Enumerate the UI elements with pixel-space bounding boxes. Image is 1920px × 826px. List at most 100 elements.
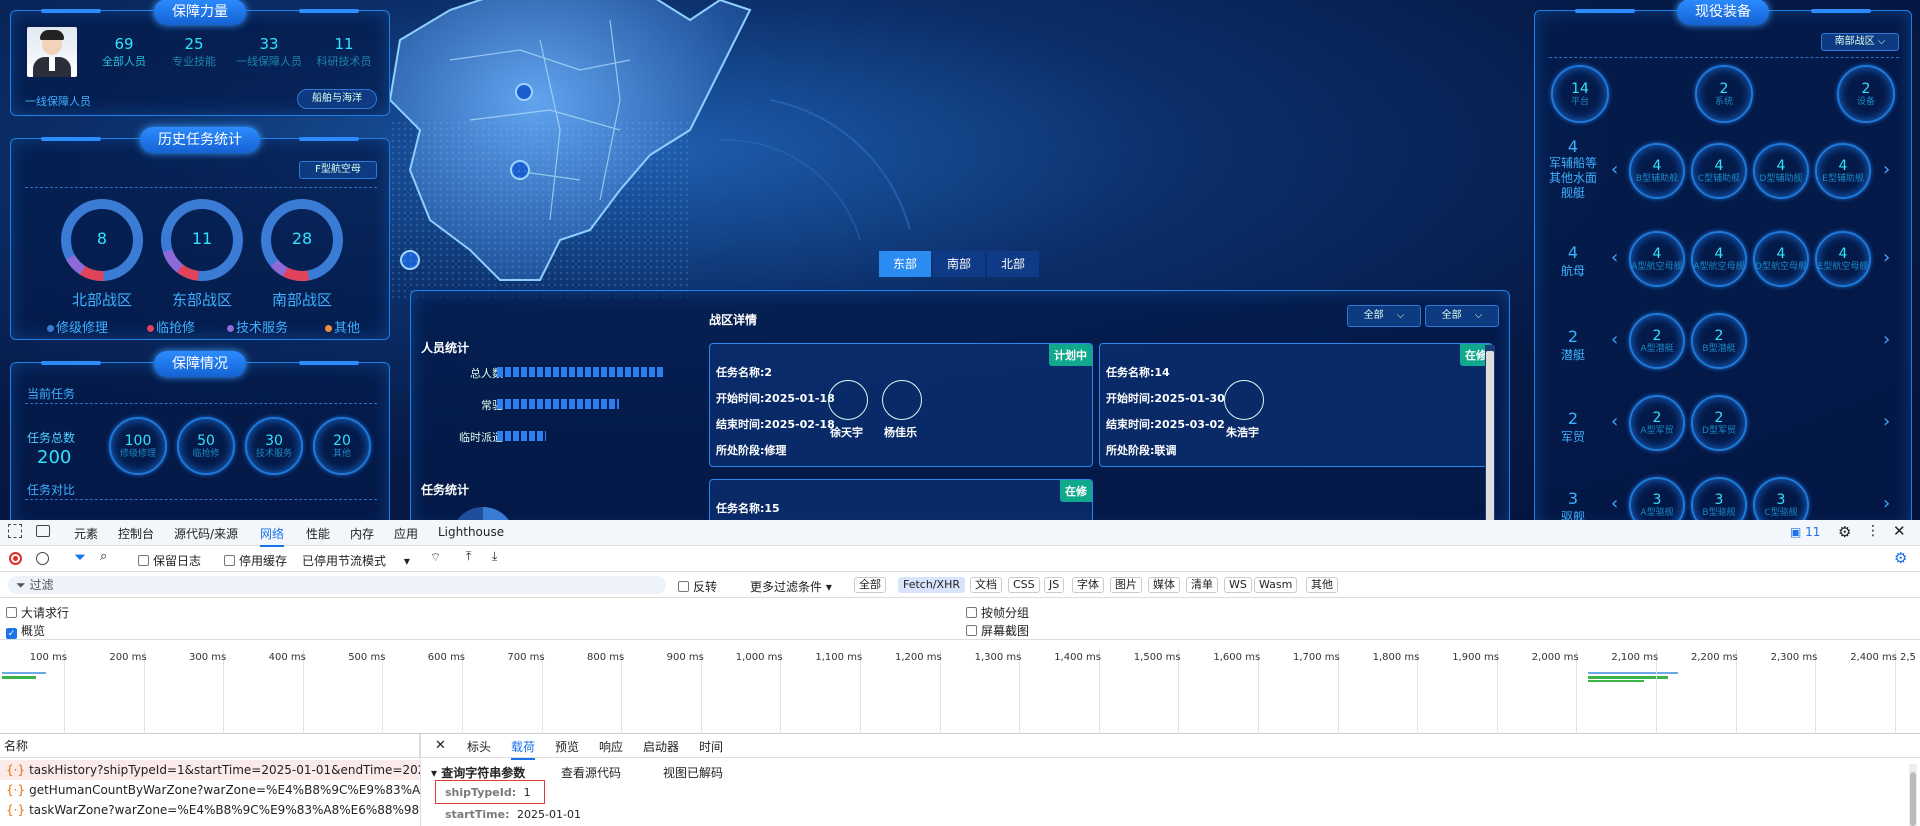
type-filter-fetch[interactable]: Fetch/XHR [898,577,965,593]
tab-application[interactable]: 应用 [394,525,418,542]
task-card[interactable]: 计划中 任务名称:2 开始时间:2025-01-18 结束时间:2025-02-… [709,343,1093,467]
close-icon[interactable]: ✕ [1893,522,1906,540]
tab-timing[interactable]: 时间 [699,738,723,755]
disable-cache-checkbox[interactable]: 停用缓存 [224,552,287,569]
equip-ring[interactable]: 4 A型航空母舰 [1691,231,1747,287]
tab-sources[interactable]: 源代码/来源 [174,525,238,542]
clear-icon[interactable] [36,552,49,565]
invert-checkbox[interactable]: 反转 [678,578,717,595]
tab-response[interactable]: 响应 [599,738,623,755]
tab-network[interactable]: 网络 [260,525,285,547]
view-decoded-link[interactable]: 视图已解码 [663,764,723,781]
equip-ring[interactable]: 3 C型驱舰 [1753,477,1809,520]
filter-select-1[interactable]: 全部 ⌵ [1347,305,1421,327]
view-source-link[interactable]: 查看源代码 [561,764,621,781]
chevron-right-icon[interactable]: › [1883,247,1890,268]
chevron-left-icon[interactable]: ‹ [1611,411,1618,432]
query-section-toggle[interactable]: ▾ 查询字符串参数 [431,764,525,781]
chevron-left-icon[interactable]: ‹ [1611,329,1618,350]
device-toggle-icon[interactable] [36,525,50,537]
filter-icon[interactable]: ⏷ [74,548,86,566]
tab-initiator[interactable]: 启动器 [643,738,679,755]
tab-performance[interactable]: 性能 [306,525,330,542]
settings-icon[interactable]: ⚙ [1838,523,1851,541]
throttle-select[interactable]: 已停用节流模式 ▾ [302,552,410,569]
more-menu-icon[interactable]: ⋮ [1866,523,1880,539]
tab-preview[interactable]: 预览 [555,738,579,755]
equip-ring[interactable]: 2 A型军贸 [1629,395,1685,451]
equip-top-ring: 2 系统 [1695,65,1753,123]
type-filter-media[interactable]: 媒体 [1148,577,1180,593]
detail-tabbar: ✕ 标头 载荷 预览 响应 启动器 时间 [421,734,1920,760]
big-rows-checkbox[interactable]: 大请求行 [6,604,69,621]
chevron-right-icon[interactable]: › [1883,329,1890,350]
equip-ring[interactable]: 4 A型航空母舰 [1629,231,1685,287]
ship-type-select[interactable]: F型航空母 [299,161,377,179]
equip-ring[interactable]: 2 B型潜艇 [1691,313,1747,369]
equip-ring[interactable]: 3 B型驱舰 [1691,477,1747,520]
zone-tab-east[interactable]: 东部 [879,251,931,277]
type-filter-font[interactable]: 字体 [1072,577,1104,593]
more-filters-dropdown[interactable]: 更多过滤条件 ▾ [750,578,832,595]
equip-ring[interactable]: 4 D型辅助舰 [1753,143,1809,199]
overview-checkbox[interactable]: ✓ 概览 [6,622,45,639]
tab-memory[interactable]: 内存 [350,525,374,542]
equip-ring[interactable]: 4 D型航空母舰 [1753,231,1809,287]
request-row[interactable]: {·} getHumanCountByWarZone?warZone=%E4%B8… [0,780,420,800]
preserve-log-checkbox[interactable]: 保留日志 [138,552,201,569]
record-icon[interactable] [9,552,22,565]
issues-badge[interactable]: ▣ 11 [1790,525,1820,539]
chevron-left-icon[interactable]: ‹ [1611,493,1618,514]
equip-ring[interactable]: 3 A型驱舰 [1629,477,1685,520]
group-frame-checkbox[interactable]: 按帧分组 [966,604,1029,621]
type-filter-other[interactable]: 其他 [1306,577,1338,593]
type-filter-css[interactable]: CSS [1008,577,1040,593]
zone-tab-north[interactable]: 北部 [987,251,1039,277]
chevron-right-icon[interactable]: › [1883,411,1890,432]
screenshots-checkbox[interactable]: 屏幕截图 [966,622,1029,639]
scrollbar-thumb[interactable] [1486,351,1494,520]
ship-ocean-button[interactable]: 船舶与海洋 [297,89,377,109]
inspect-icon[interactable] [8,524,22,538]
equip-ring[interactable]: 2 D型军贸 [1691,395,1747,451]
download-icon[interactable]: ⤓ [492,549,497,564]
type-filter-wasm[interactable]: Wasm [1254,577,1298,593]
close-icon[interactable]: ✕ [435,738,446,753]
tab-elements[interactable]: 元素 [74,525,98,542]
request-row[interactable]: {·} taskWarZone?warZone=%E4%B8%9C%E9%83%A… [0,800,420,820]
tab-console[interactable]: 控制台 [118,525,154,542]
wifi-icon[interactable]: ⌔ [430,550,441,565]
tab-lighthouse[interactable]: Lighthouse [438,525,504,539]
scrollbar[interactable] [1485,345,1495,520]
upload-icon[interactable]: ⤒ [466,549,471,564]
tab-payload[interactable]: 载荷 [511,738,536,760]
equip-ring[interactable]: 4 E型辅助舰 [1815,143,1871,199]
type-filter-doc[interactable]: 文档 [970,577,1002,593]
type-filter-img[interactable]: 图片 [1110,577,1142,593]
task-card[interactable]: 在修 任务名称:15 [709,479,1093,520]
zone-tab-south[interactable]: 南部 [933,251,985,277]
timeline-tick-label: 600 ms [427,652,466,663]
type-filter-manifest[interactable]: 清单 [1186,577,1218,593]
request-row[interactable]: {·} taskHistory?shipTypeId=1&startTime=20… [0,760,420,780]
chevron-left-icon[interactable]: ‹ [1611,159,1618,180]
war-zone-select[interactable]: 南部战区 ⌵ [1821,33,1899,51]
equip-ring[interactable]: 4 C型辅助舰 [1691,143,1747,199]
chevron-right-icon[interactable]: › [1883,493,1890,514]
scrollbar[interactable] [1909,764,1917,826]
tab-headers[interactable]: 标头 [467,738,491,755]
type-filter-js[interactable]: JS [1044,577,1065,593]
task-card[interactable]: 在修 任务名称:14 开始时间:2025-01-30 结束时间:2025-03-… [1099,343,1493,467]
type-filter-ws[interactable]: WS [1224,577,1252,593]
filter-select-2[interactable]: 全部 ⌵ [1425,305,1499,327]
filter-input[interactable]: ⏷ 过滤 [8,576,666,594]
frontline-link[interactable]: 一线保障人员 [25,93,91,109]
equip-ring[interactable]: 4 E型航空母舰 [1815,231,1871,287]
chevron-left-icon[interactable]: ‹ [1611,247,1618,268]
network-settings-icon[interactable]: ⚙ [1894,549,1907,567]
search-icon[interactable]: ⌕ [100,549,107,564]
chevron-right-icon[interactable]: › [1883,159,1890,180]
equip-ring[interactable]: 4 B型辅助舰 [1629,143,1685,199]
type-filter-all[interactable]: 全部 [854,577,886,593]
equip-ring[interactable]: 2 A型潜艇 [1629,313,1685,369]
